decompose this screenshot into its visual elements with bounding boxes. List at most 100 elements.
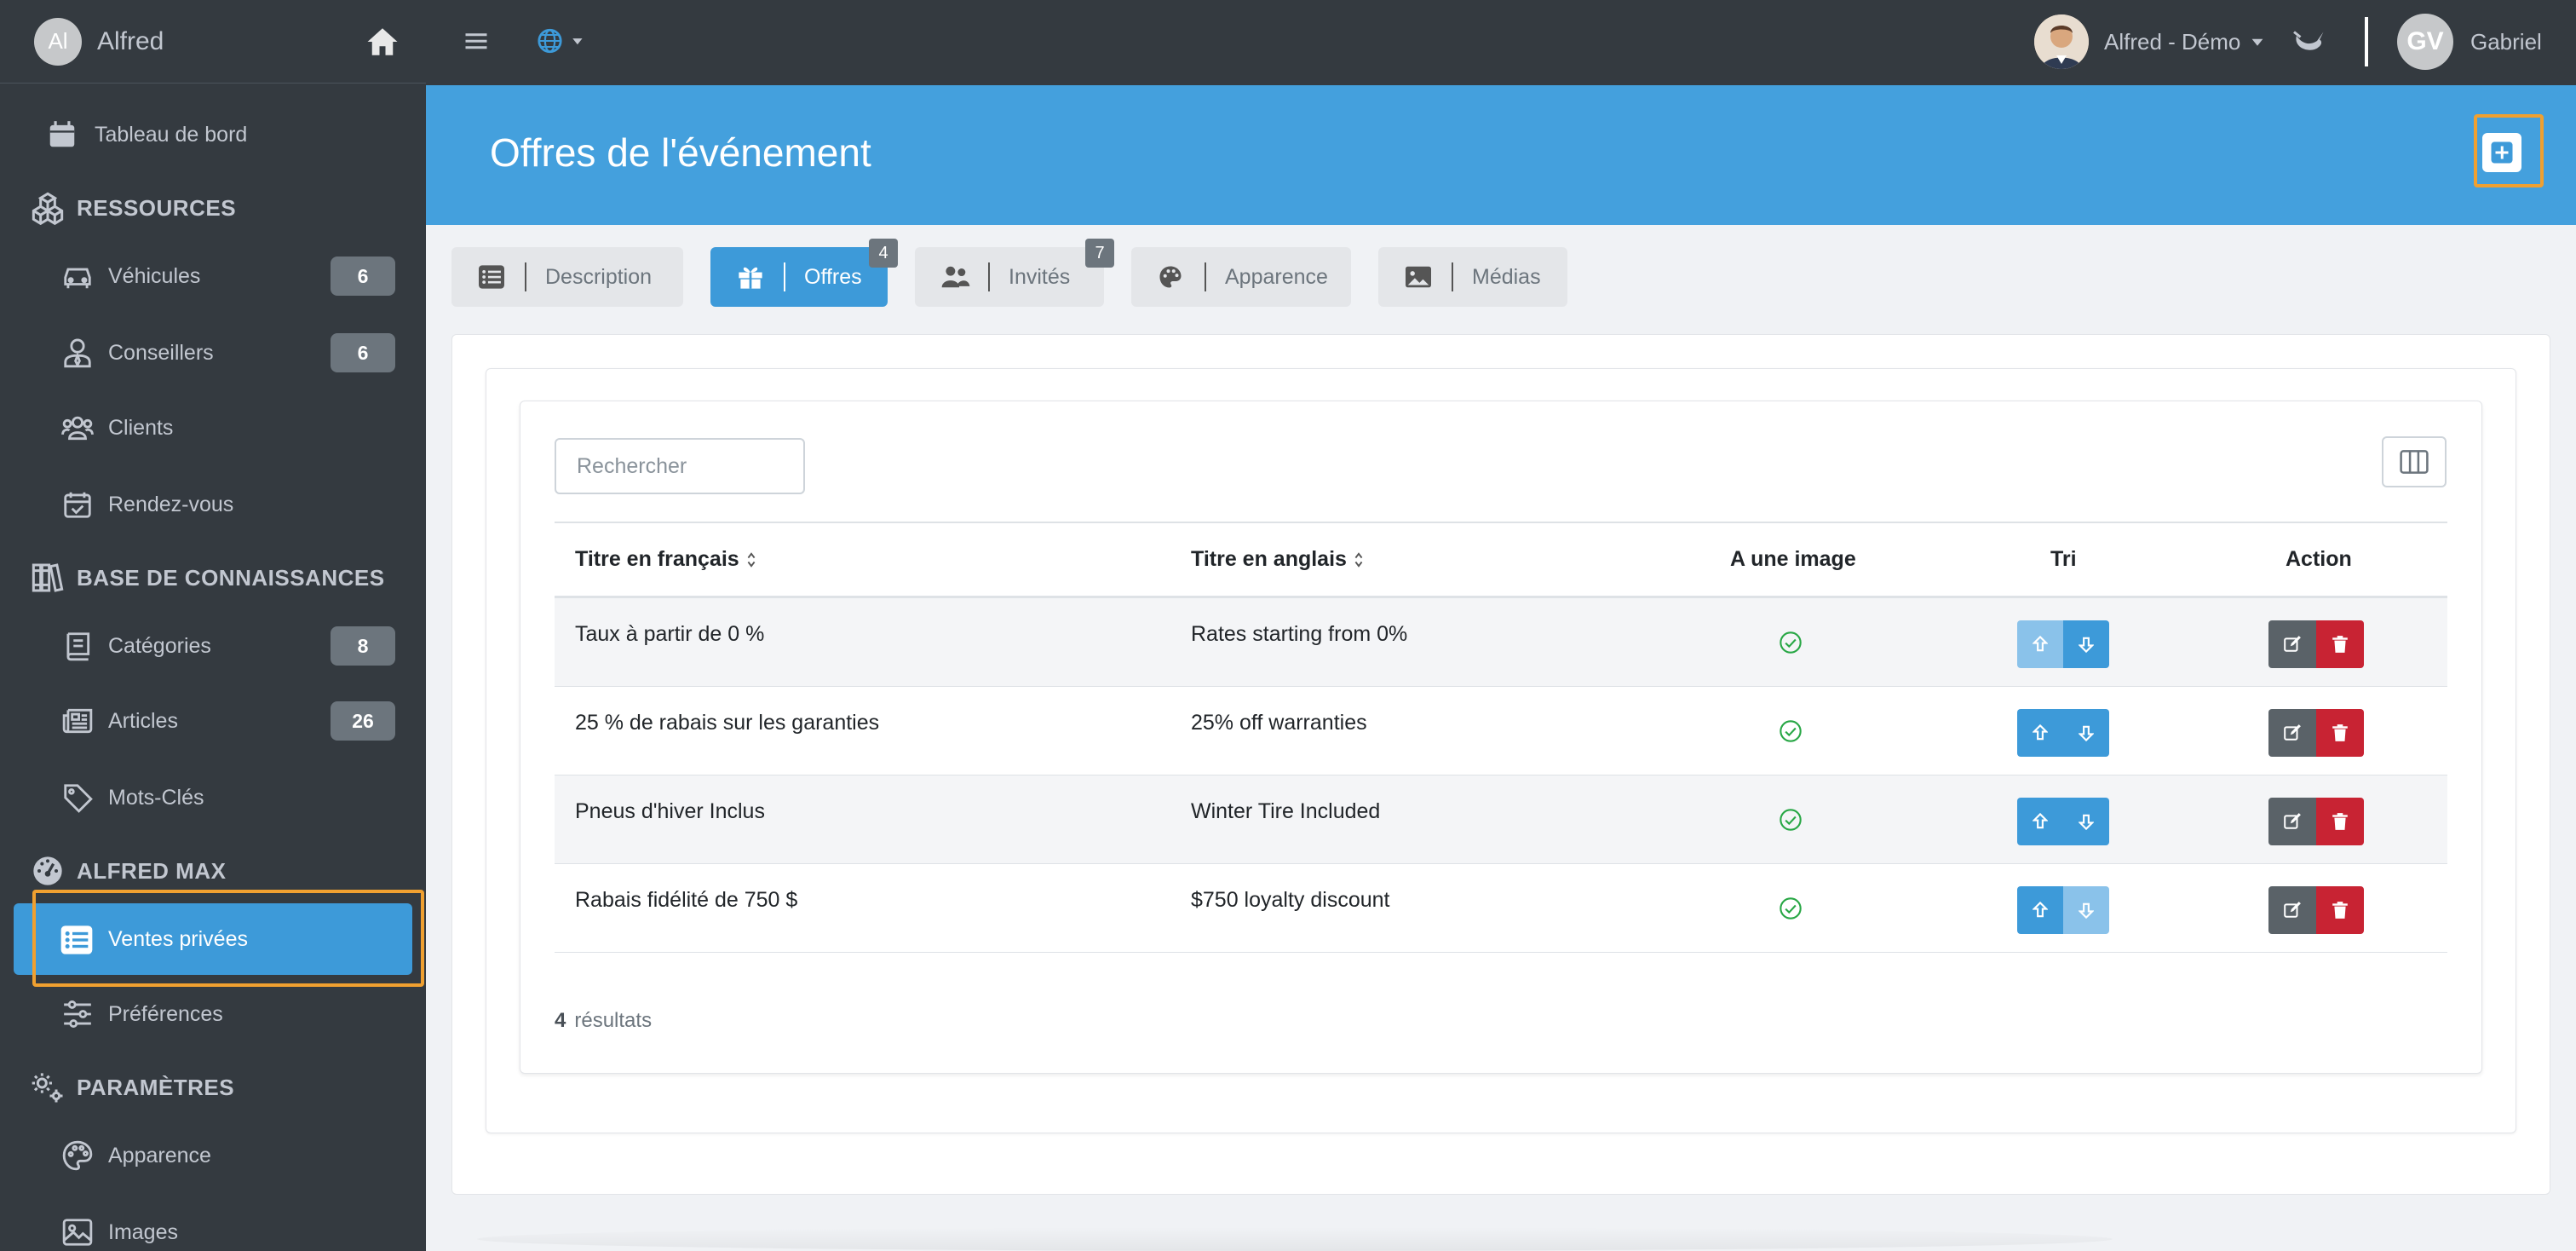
list-icon	[477, 264, 506, 290]
check-circle-icon	[1779, 631, 1803, 654]
edit-icon	[2283, 901, 2302, 920]
section-label: ALFRED MAX	[77, 857, 227, 884]
sidebar-item-ventes-privees[interactable]: Ventes privées	[14, 903, 412, 975]
cell-titre-en: Winter Tire Included	[1191, 799, 1381, 823]
teapot-icon[interactable]	[2291, 26, 2327, 56]
cell-titre-en: Rates starting from 0%	[1191, 622, 1408, 646]
column-header-a-une-image: A une image	[1730, 523, 1856, 596]
brand-avatar[interactable]: Al	[34, 17, 82, 66]
sidebar-item-motscles[interactable]: Mots-Clés	[0, 760, 426, 835]
tab-invites[interactable]: Invités 7	[915, 239, 1114, 307]
list-icon	[60, 923, 93, 955]
edit-button[interactable]	[2268, 886, 2316, 934]
move-up-button[interactable]	[2017, 798, 2063, 845]
book-icon	[61, 630, 94, 662]
sidebar-item-rendezvous[interactable]: Rendez-vous	[0, 467, 426, 542]
delete-button[interactable]	[2316, 709, 2364, 757]
edit-button[interactable]	[2268, 798, 2316, 845]
sidebar-item-clients[interactable]: Clients	[0, 390, 426, 465]
image-icon	[61, 1216, 94, 1248]
gift-icon	[736, 264, 765, 290]
column-header-titre-fr[interactable]: Titre en français	[575, 523, 756, 596]
sidebar-item-images[interactable]: Images	[0, 1195, 426, 1251]
tab-medias[interactable]: Médias	[1378, 247, 1567, 307]
user-menu[interactable]: GV Gabriel	[2397, 14, 2542, 70]
cell-titre-en: $750 loyalty discount	[1191, 888, 1390, 912]
sidebar-item-label: Préférences	[108, 1001, 223, 1026]
page-title: Offres de l'événement	[490, 130, 871, 175]
section-label: BASE DE CONNAISSANCES	[77, 564, 385, 591]
sort-buttons	[2017, 798, 2109, 845]
table-header: Titre en français Titre en anglais A une…	[555, 522, 2447, 598]
row-actions	[2268, 620, 2364, 668]
car-icon	[61, 260, 94, 292]
hamburger-icon[interactable]	[463, 26, 489, 56]
cogs-icon	[31, 1070, 65, 1104]
move-up-button[interactable]	[2017, 886, 2063, 934]
cell-titre-fr: Pneus d'hiver Inclus	[575, 799, 765, 823]
sidebar-item-preferences[interactable]: Préférences	[0, 977, 426, 1052]
search-input[interactable]	[555, 438, 805, 494]
section-ressources[interactable]: RESSOURCES	[0, 182, 426, 233]
language-dropdown[interactable]	[537, 26, 589, 56]
check-circle-icon	[1779, 808, 1803, 832]
newspaper-icon	[61, 705, 94, 737]
row-actions	[2268, 798, 2364, 845]
tab-description[interactable]: Description	[451, 247, 683, 307]
sort-buttons	[2017, 709, 2109, 757]
sidebar-item-conseillers[interactable]: Conseillers 6	[0, 315, 426, 390]
sidebar-item-label: Images	[108, 1219, 178, 1244]
edit-icon	[2283, 812, 2302, 831]
section-base-connaissances[interactable]: BASE DE CONNAISSANCES	[0, 552, 426, 603]
column-header-titre-en[interactable]: Titre en anglais	[1191, 523, 1364, 596]
sidebar-item-label: Clients	[108, 415, 174, 440]
table-row: 25 % de rabais sur les garanties 25% off …	[555, 687, 2447, 775]
navbar-divider	[2365, 17, 2368, 66]
column-title: Titre en français	[575, 547, 739, 571]
trash-icon	[2332, 812, 2349, 831]
edit-icon	[2283, 724, 2302, 742]
sidebar-item-categories[interactable]: Catégories 8	[0, 608, 426, 683]
column-title: A une image	[1730, 547, 1856, 571]
delete-button[interactable]	[2316, 886, 2364, 934]
delete-button[interactable]	[2316, 798, 2364, 845]
section-alfred-max[interactable]: ALFRED MAX	[0, 845, 426, 896]
column-title: Tri	[2050, 547, 2077, 571]
user-photo	[2034, 14, 2089, 69]
table-row: Rabais fidélité de 750 $ $750 loyalty dis…	[555, 864, 2447, 953]
add-offer-button[interactable]	[2482, 133, 2521, 172]
edit-button[interactable]	[2268, 709, 2316, 757]
check-circle-icon	[1779, 719, 1803, 743]
sidebar-item-apparence[interactable]: Apparence	[0, 1118, 426, 1193]
trash-icon	[2332, 724, 2349, 742]
home-icon[interactable]	[365, 24, 400, 60]
sidebar-item-label: Mots-Clés	[108, 785, 204, 810]
account-dropdown[interactable]: Alfred - Démo	[2034, 14, 2264, 70]
move-up-button[interactable]	[2017, 620, 2063, 668]
section-parametres[interactable]: PARAMÈTRES	[0, 1062, 426, 1113]
columns-toggle-button[interactable]	[2382, 436, 2447, 487]
move-down-button[interactable]	[2063, 620, 2109, 668]
globe-icon	[538, 28, 562, 54]
move-up-button[interactable]	[2017, 709, 2063, 757]
delete-button[interactable]	[2316, 620, 2364, 668]
user-tie-icon	[61, 337, 94, 369]
move-down-button[interactable]	[2063, 798, 2109, 845]
section-label: RESSOURCES	[77, 194, 237, 221]
sidebar-item-articles[interactable]: Articles 26	[0, 683, 426, 758]
tab-apparence[interactable]: Apparence	[1131, 247, 1351, 307]
row-actions	[2268, 886, 2364, 934]
sidebar-item-dashboard[interactable]: Tableau de bord	[0, 97, 426, 172]
move-down-button[interactable]	[2063, 886, 2109, 934]
move-down-button[interactable]	[2063, 709, 2109, 757]
brand-name[interactable]: Alfred	[97, 27, 365, 56]
table-row: Pneus d'hiver Inclus Winter Tire Included	[555, 775, 2447, 864]
edit-button[interactable]	[2268, 620, 2316, 668]
caret-down-icon	[2251, 38, 2263, 46]
cell-titre-fr: Taux à partir de 0 %	[575, 622, 765, 646]
tab-offres[interactable]: Offres 4	[710, 239, 898, 307]
tab-divider	[1452, 262, 1453, 291]
row-actions	[2268, 709, 2364, 757]
table-row: Taux à partir de 0 % Rates starting from …	[555, 598, 2447, 687]
sidebar-item-vehicules[interactable]: Véhicules 6	[0, 239, 426, 314]
